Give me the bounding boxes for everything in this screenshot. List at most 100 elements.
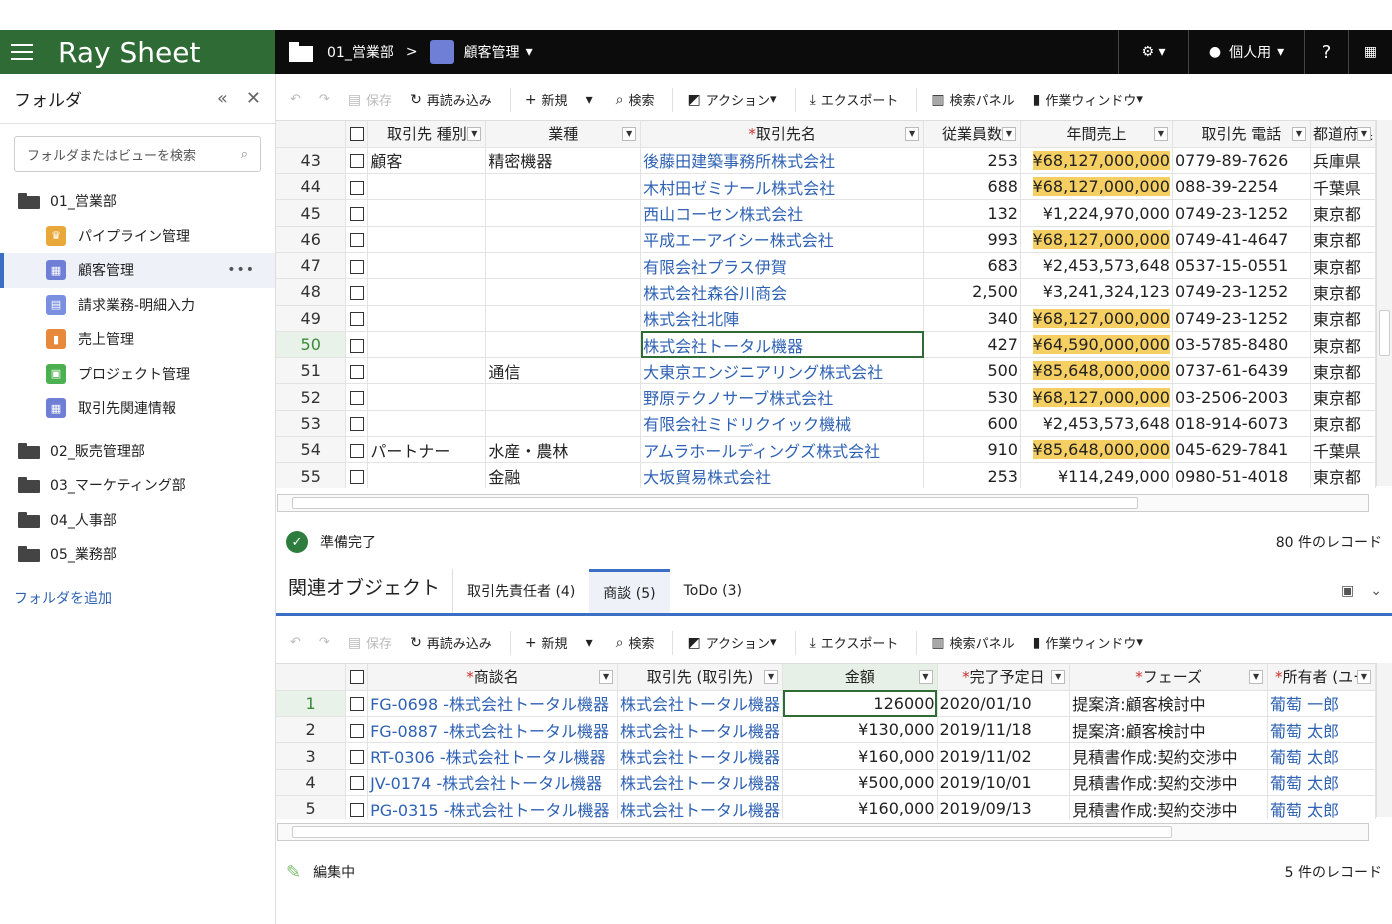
- work-window-button[interactable]: ▮ 作業ウィンドウ ▾: [1033, 90, 1143, 110]
- row-checkbox[interactable]: [345, 769, 369, 796]
- row-number[interactable]: 4: [276, 769, 347, 796]
- table-row[interactable]: 44 木村田ゼミナール株式会社 688 ¥68,127,000,000 088-39-2…: [276, 173, 1376, 201]
- row-checkbox[interactable]: [345, 305, 369, 332]
- phone-cell[interactable]: 0749-41-4647: [1172, 226, 1311, 253]
- help-button[interactable]: ?: [1304, 30, 1348, 74]
- account-type-cell[interactable]: [367, 199, 487, 227]
- row-checkbox[interactable]: [345, 410, 369, 438]
- amount-input[interactable]: 126000: [782, 690, 938, 718]
- table-row[interactable]: 1 FG-0698 -株式会社トータル機器 株式会社トータル機器 126000 2020…: [276, 690, 1376, 718]
- reload-button[interactable]: ↻ 再読み込み: [410, 90, 492, 110]
- column-header[interactable]: *フェーズ ▼: [1069, 664, 1269, 691]
- account-link[interactable]: 株式会社トータル機器: [617, 795, 784, 819]
- table-row[interactable]: 43 顧客 精密機器 後藤田建築事務所株式会社 253 ¥68,127,000,000 07…: [276, 147, 1376, 175]
- redo-button[interactable]: ↷: [319, 92, 330, 107]
- deals-horizontal-scrollbar[interactable]: [277, 823, 1369, 841]
- deal-name-link[interactable]: PG-0315 -株式会社トータル機器: [367, 795, 619, 819]
- annual-sales-cell[interactable]: ¥114,249,000: [1020, 462, 1173, 488]
- table-row[interactable]: 4 JV-0174 -株式会社トータル機器 株式会社トータル機器 ¥500,000 20…: [276, 769, 1376, 796]
- column-header[interactable]: *所有者 (ユー ▼: [1267, 664, 1376, 691]
- tab-todo[interactable]: ToDo (3): [670, 569, 756, 613]
- chevron-down-icon[interactable]: ▾: [526, 44, 533, 60]
- owner-link[interactable]: 葡萄 一郎: [1267, 690, 1376, 718]
- table-row[interactable]: 3 RT-0306 -株式会社トータル機器 株式会社トータル機器 ¥160,000 20…: [276, 742, 1376, 770]
- filter-icon[interactable]: ▼: [1291, 127, 1306, 141]
- row-number[interactable]: 45: [276, 199, 347, 227]
- filter-icon[interactable]: ▼: [764, 670, 779, 684]
- phone-cell[interactable]: 0749-23-1252: [1172, 305, 1311, 332]
- row-checkbox[interactable]: [345, 742, 369, 770]
- row-checkbox[interactable]: [345, 252, 369, 280]
- row-checkbox[interactable]: [345, 795, 369, 819]
- employees-cell[interactable]: 688: [923, 173, 1021, 201]
- owner-link[interactable]: 葡萄 太郎: [1267, 795, 1376, 819]
- phone-cell[interactable]: 03-5785-8480: [1172, 331, 1311, 359]
- row-number[interactable]: 47: [276, 252, 347, 280]
- table-row[interactable]: 49 株式会社北陣 340 ¥68,127,000,000 0749-23-1252 東京…: [276, 305, 1376, 332]
- save-button[interactable]: ▤ 保存: [348, 633, 392, 653]
- employees-cell[interactable]: 132: [923, 199, 1021, 227]
- industry-cell[interactable]: [485, 305, 642, 332]
- prefecture-cell[interactable]: 東京都: [1310, 305, 1376, 332]
- collapse-icon[interactable]: «: [217, 88, 228, 109]
- account-type-cell[interactable]: [367, 278, 487, 306]
- account-type-cell[interactable]: [367, 462, 487, 488]
- industry-cell[interactable]: [485, 199, 642, 227]
- phase-select[interactable]: 提案済:顧客検討中: [1069, 716, 1269, 744]
- prefecture-cell[interactable]: 東京都: [1310, 410, 1376, 438]
- deal-name-link[interactable]: FG-0698 -株式会社トータル機器: [367, 690, 619, 718]
- settings-button[interactable]: ⚙ ▾: [1118, 30, 1188, 74]
- industry-cell[interactable]: [485, 252, 642, 280]
- corner-cell[interactable]: [276, 664, 347, 691]
- account-name-link[interactable]: 株式会社北陣: [640, 305, 925, 332]
- row-checkbox[interactable]: [345, 278, 369, 306]
- prefecture-cell[interactable]: 東京都: [1310, 252, 1376, 280]
- user-menu-button[interactable]: ● 個人用 ▾: [1188, 30, 1304, 74]
- phase-select[interactable]: 見積書作成:契約交渉中: [1069, 769, 1269, 796]
- account-name-link[interactable]: 株式会社トータル機器: [640, 331, 925, 359]
- row-number[interactable]: 51: [276, 357, 347, 385]
- prefecture-cell[interactable]: 東京都: [1310, 383, 1376, 411]
- column-header[interactable]: 業種 ▼: [485, 121, 642, 148]
- export-button[interactable]: ⤓ エクスポート: [810, 90, 899, 110]
- annual-sales-cell[interactable]: ¥68,127,000,000: [1020, 226, 1173, 253]
- sidebar-item-view[interactable]: ▦ 顧客管理 •••: [0, 253, 275, 288]
- account-name-link[interactable]: 平成エーアイシー株式会社: [640, 226, 925, 253]
- main-horizontal-scrollbar[interactable]: [277, 494, 1369, 512]
- column-header[interactable]: 取引先 種別 ▼: [367, 121, 487, 148]
- search-panel-button[interactable]: ▥ 検索パネル: [931, 633, 1014, 653]
- prefecture-cell[interactable]: 東京都: [1310, 331, 1376, 359]
- phase-select[interactable]: 提案済:顧客検討中: [1069, 690, 1269, 718]
- account-name-link[interactable]: 大坂貿易株式会社: [640, 462, 925, 488]
- reload-button[interactable]: ↻ 再読み込み: [410, 633, 492, 653]
- filter-icon[interactable]: ▼: [1051, 670, 1066, 684]
- phase-select[interactable]: 見積書作成:契約交渉中: [1069, 742, 1269, 770]
- industry-cell[interactable]: [485, 226, 642, 253]
- employees-cell[interactable]: 600: [923, 410, 1021, 438]
- table-row[interactable]: 50 株式会社トータル機器 427 ¥64,590,000,000 03-5785-84…: [276, 331, 1376, 359]
- phone-cell[interactable]: 03-2506-2003: [1172, 383, 1311, 411]
- phone-cell[interactable]: 0737-61-6439: [1172, 357, 1311, 385]
- search-button[interactable]: ⌕ 検索: [616, 633, 655, 653]
- row-checkbox[interactable]: [345, 173, 369, 201]
- row-number[interactable]: 53: [276, 410, 347, 438]
- deal-name-link[interactable]: RT-0306 -株式会社トータル機器: [367, 742, 619, 770]
- row-number[interactable]: 3: [276, 742, 347, 770]
- folder-sales[interactable]: 01_営業部: [0, 184, 275, 219]
- sidebar-item-view[interactable]: ▮ 売上管理: [0, 322, 275, 357]
- tab-deals[interactable]: 商談 (5): [589, 569, 670, 613]
- table-row[interactable]: 46 平成エーアイシー株式会社 993 ¥68,127,000,000 0749-41-…: [276, 226, 1376, 253]
- account-type-cell[interactable]: [367, 252, 487, 280]
- column-header[interactable]: 取引先 (取引先) ▼: [617, 664, 784, 691]
- row-number[interactable]: 44: [276, 173, 347, 201]
- filter-icon[interactable]: ▼: [1357, 670, 1371, 684]
- employees-cell[interactable]: 253: [923, 147, 1021, 175]
- panel-toggle-icon[interactable]: ▣: [1341, 583, 1354, 599]
- column-header[interactable]: *商談名 ▼: [367, 664, 619, 691]
- chevron-down-icon[interactable]: ⌄: [1370, 583, 1382, 599]
- phase-select[interactable]: 見積書作成:契約交渉中: [1069, 795, 1269, 819]
- industry-cell[interactable]: [485, 173, 642, 201]
- table-row[interactable]: 55 金融 大坂貿易株式会社 253 ¥114,249,000 0980-51-4018 東…: [276, 462, 1376, 488]
- account-link[interactable]: 株式会社トータル機器: [617, 690, 784, 718]
- breadcrumb-folder[interactable]: 01_営業部: [327, 42, 394, 62]
